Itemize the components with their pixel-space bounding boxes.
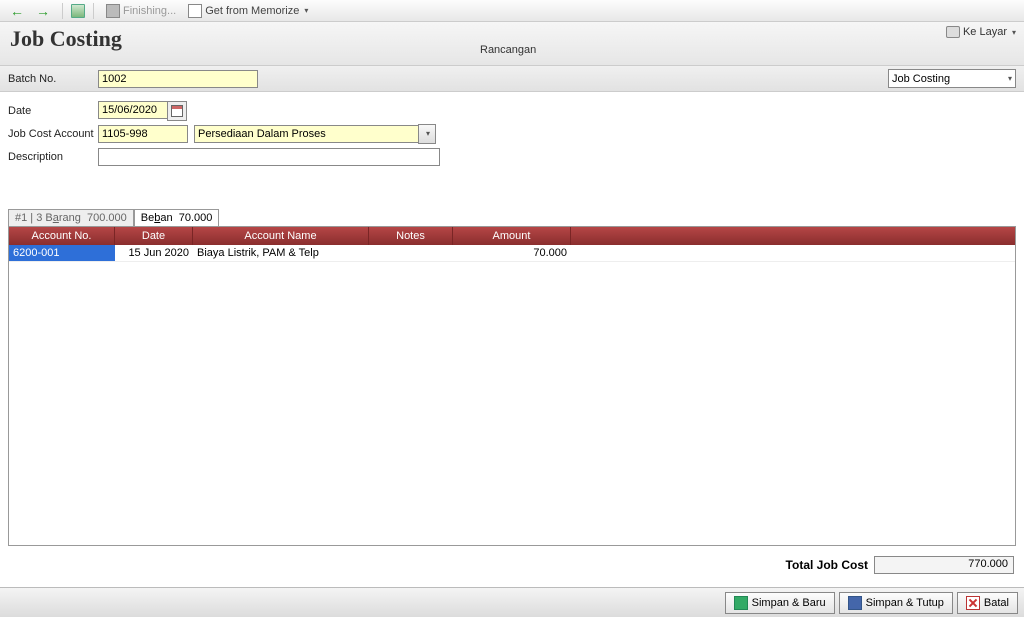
cancel-icon: [966, 596, 980, 610]
tab-beban[interactable]: Beban 70.000: [134, 209, 220, 226]
total-value: 770.000: [874, 556, 1014, 574]
ke-layar-label: Ke Layar: [963, 26, 1007, 38]
col-date[interactable]: Date: [115, 227, 193, 245]
finishing-label: Finishing...: [123, 5, 176, 17]
chevron-down-icon: ▾: [426, 129, 430, 138]
view-dropdown-label: Job Costing: [892, 73, 950, 85]
memorize-label: Get from Memorize: [205, 5, 299, 17]
cell-notes[interactable]: [369, 245, 453, 261]
grid-header: Account No. Date Account Name Notes Amou…: [9, 227, 1015, 245]
cell-account-name[interactable]: Biaya Listrik, PAM & Telp: [193, 245, 369, 261]
toolbar-separator: [62, 3, 63, 19]
new-doc-icon[interactable]: [71, 4, 85, 18]
tab-barang-amount: 700.000: [87, 212, 127, 224]
batch-row: Batch No. Job Costing ▾: [0, 66, 1024, 92]
account-label: Job Cost Account: [8, 128, 98, 140]
batch-label: Batch No.: [8, 73, 98, 85]
form-area: Date Job Cost Account ▾ Description: [0, 92, 1024, 167]
save-icon: [734, 596, 748, 610]
save-close-button[interactable]: Simpan & Tutup: [839, 592, 953, 614]
tabs: #1 | 3 Barang 700.000 Beban 70.000: [8, 209, 1024, 226]
col-notes[interactable]: Notes: [369, 227, 453, 245]
total-row: Total Job Cost 770.000: [786, 556, 1014, 574]
table-row[interactable]: 6200-001 15 Jun 2020 Biaya Listrik, PAM …: [9, 245, 1015, 262]
chevron-down-icon: ▾: [304, 6, 308, 15]
cancel-button[interactable]: Batal: [957, 592, 1018, 614]
calendar-button[interactable]: [167, 101, 187, 121]
tab-barang-label: Barang: [45, 212, 81, 224]
date-input[interactable]: [98, 101, 168, 119]
col-amount[interactable]: Amount: [453, 227, 571, 245]
batch-input[interactable]: [98, 70, 258, 88]
save-close-label: Simpan & Tutup: [866, 597, 944, 609]
col-account-name[interactable]: Account Name: [193, 227, 369, 245]
finishing-icon: [106, 4, 120, 18]
printer-icon: [946, 26, 960, 38]
description-label: Description: [8, 151, 98, 163]
chevron-down-icon: ▾: [1008, 74, 1012, 83]
tab-barang[interactable]: #1 | 3 Barang 700.000: [8, 209, 134, 226]
tab-beban-amount: 70.000: [179, 212, 213, 224]
save-new-label: Simpan & Baru: [752, 597, 826, 609]
calendar-icon: [171, 105, 183, 117]
total-label: Total Job Cost: [786, 558, 868, 572]
date-label: Date: [8, 105, 98, 117]
data-grid: Account No. Date Account Name Notes Amou…: [8, 226, 1016, 546]
save-new-button[interactable]: Simpan & Baru: [725, 592, 835, 614]
finishing-button[interactable]: Finishing...: [102, 4, 180, 18]
col-account-no[interactable]: Account No.: [9, 227, 115, 245]
chevron-down-icon: ▾: [1012, 28, 1016, 37]
page-title: Job Costing: [10, 26, 122, 52]
account-code-input[interactable]: [98, 125, 188, 143]
status-text: Rancangan: [480, 44, 536, 56]
cancel-label: Batal: [984, 597, 1009, 609]
footer-bar: Simpan & Baru Simpan & Tutup Batal: [0, 587, 1024, 617]
tab-beban-label: Beban: [141, 212, 173, 224]
nav-forward-icon[interactable]: →: [32, 3, 54, 19]
toolbar-separator: [93, 3, 94, 19]
tab-barang-prefix: #1 | 3: [15, 212, 45, 224]
view-dropdown[interactable]: Job Costing ▾: [888, 69, 1016, 88]
cell-amount[interactable]: 70.000: [453, 245, 571, 261]
save-close-icon: [848, 596, 862, 610]
account-dropdown-button[interactable]: ▾: [418, 124, 436, 144]
cell-date[interactable]: 15 Jun 2020: [115, 245, 193, 261]
top-toolbar: ← → Finishing... Get from Memorize ▾: [0, 0, 1024, 22]
account-name-input[interactable]: [194, 125, 419, 143]
ke-layar-button[interactable]: Ke Layar ▾: [946, 26, 1016, 38]
memorize-icon: [188, 4, 202, 18]
nav-back-icon[interactable]: ←: [6, 3, 28, 19]
header-bar: Job Costing Rancangan Ke Layar ▾: [0, 22, 1024, 66]
cell-account-no[interactable]: 6200-001: [9, 245, 115, 261]
memorize-button[interactable]: Get from Memorize ▾: [184, 4, 312, 18]
description-input[interactable]: [98, 148, 440, 166]
